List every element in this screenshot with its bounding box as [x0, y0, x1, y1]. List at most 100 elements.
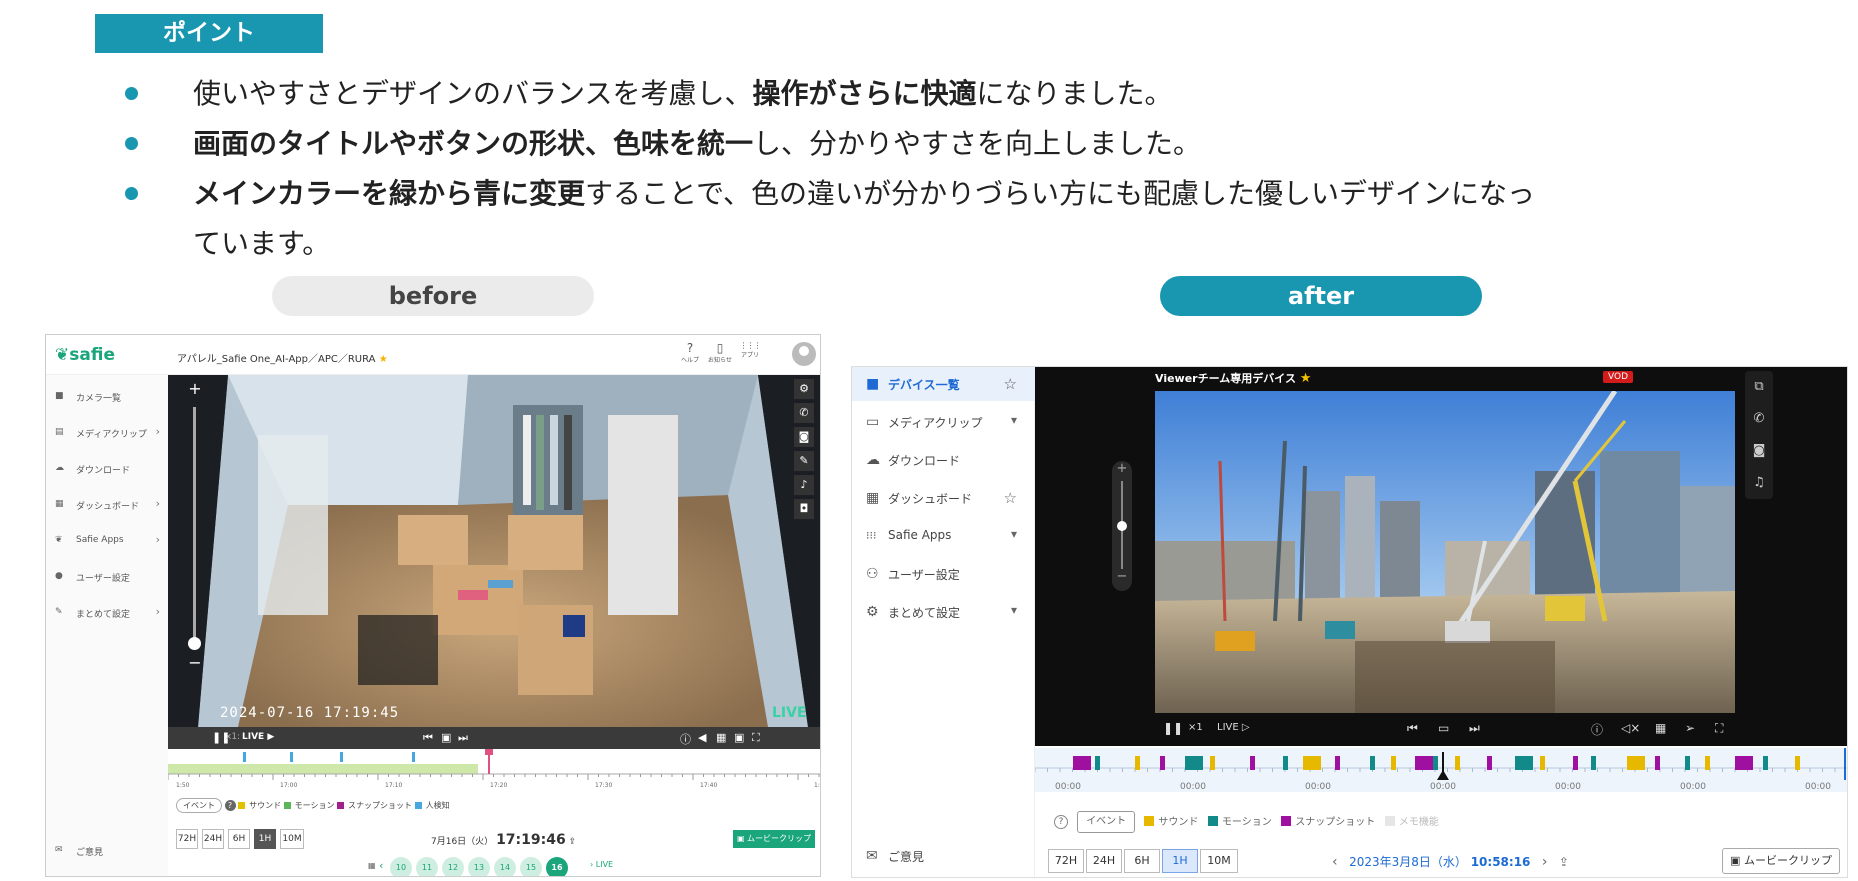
grid-button[interactable]: ▦: [1655, 721, 1666, 735]
range-button-24h[interactable]: 24H: [202, 829, 224, 849]
sidebar-item-download[interactable]: ☁ ダウンロード: [46, 459, 168, 479]
sidebar-item-dashboard[interactable]: ▦ ダッシュボード ›: [46, 495, 168, 515]
star-outline-icon[interactable]: ☆: [1004, 375, 1017, 393]
pause-button[interactable]: ❚❚: [1163, 721, 1183, 735]
next-button[interactable]: ⏭: [458, 731, 468, 745]
zoom-out-button[interactable]: −: [187, 653, 203, 672]
camera-settings-button[interactable]: ◘: [794, 499, 814, 519]
notify-button[interactable]: ♫: [1745, 467, 1773, 499]
mute-button[interactable]: ◀: [698, 731, 706, 744]
legend-item[interactable]: サウンド: [1144, 816, 1198, 828]
hour-chip[interactable]: 12: [442, 857, 464, 876]
calendar-icon[interactable]: ▦: [368, 861, 376, 870]
prev-hour-button[interactable]: ‹: [379, 859, 383, 872]
share-location-button[interactable]: ➢: [1685, 721, 1695, 735]
live-button[interactable]: LIVE ▷: [1217, 722, 1250, 733]
sidebar-item-feedback[interactable]: ✉ ご意見: [46, 841, 168, 861]
star-icon[interactable]: ★: [379, 354, 388, 365]
call-button[interactable]: ✆: [794, 403, 814, 423]
star-icon[interactable]: ★: [1300, 371, 1312, 386]
notify-button[interactable]: ♪: [794, 475, 814, 495]
safie-logo[interactable]: ❦safie: [55, 345, 115, 365]
hour-chip[interactable]: 15: [520, 857, 542, 876]
fullscreen-button[interactable]: ⛶: [752, 731, 760, 745]
sidebar-item-feedback[interactable]: ✉ ご意見: [852, 839, 1035, 873]
memo-play-button[interactable]: ▣: [441, 731, 451, 744]
range-button-6h[interactable]: 6H: [1124, 849, 1160, 873]
event-filter-button[interactable]: イベント: [1077, 811, 1136, 833]
settings-button[interactable]: ⚙: [794, 379, 814, 399]
snapshot-button[interactable]: ◙: [794, 427, 814, 447]
help-button[interactable]: ? ヘルプ: [678, 341, 702, 364]
sidebar-item-bulk-settings[interactable]: ✎ まとめて設定 ›: [46, 603, 168, 623]
breadcrumb[interactable]: アパレル_Safie One_AI-App／APC／RURA ★: [177, 350, 388, 365]
prev-day-button[interactable]: ‹: [1332, 854, 1338, 870]
range-button-72h[interactable]: 72H: [176, 829, 198, 849]
help-icon[interactable]: ?: [224, 800, 236, 811]
sidebar-item-download[interactable]: ☁ ダウンロード: [852, 443, 1035, 477]
current-date[interactable]: 2023年3月8日（水）: [1349, 855, 1467, 869]
grid-button[interactable]: ▦: [716, 731, 726, 744]
sidebar-item-bulk-settings[interactable]: ⚙ まとめて設定 ▾: [852, 595, 1035, 629]
movie-clip-button[interactable]: ▣ ムービークリップ: [1722, 848, 1840, 874]
range-button-1h[interactable]: 1H: [1162, 849, 1198, 873]
zoom-out-button[interactable]: −: [1112, 569, 1132, 584]
zoom-slider[interactable]: [193, 407, 196, 639]
movie-clip-button[interactable]: ▣ ムービークリップ: [733, 830, 815, 848]
info-button[interactable]: ⓘ: [1591, 721, 1603, 738]
notice-button[interactable]: ▯ お知らせ: [706, 341, 734, 364]
sidebar-item-camera-list[interactable]: ■ カメラ一覧: [46, 387, 168, 407]
memo-play-button[interactable]: ▭: [1438, 721, 1449, 735]
after-timeline[interactable]: 00:00 00:00 00:00 00:00 00:00 00:00 00:0…: [1035, 748, 1848, 792]
fullscreen-button[interactable]: ⛶: [1715, 721, 1723, 736]
live-link[interactable]: › LIVE: [590, 860, 613, 869]
legend-item[interactable]: スナップショット: [1281, 816, 1375, 828]
zoom-in-button[interactable]: +: [1112, 461, 1132, 476]
hour-chip[interactable]: 14: [494, 857, 516, 876]
zoom-slider-handle[interactable]: [1117, 521, 1127, 531]
hour-chip[interactable]: 11: [416, 857, 438, 876]
camera-switch-button[interactable]: ⧉: [1745, 371, 1773, 403]
next-button[interactable]: ⏭: [1469, 721, 1480, 736]
snapshot-button[interactable]: ◙: [1745, 435, 1773, 467]
legend-item[interactable]: モーション: [1207, 816, 1272, 828]
memo-button[interactable]: ✎: [794, 451, 814, 471]
hour-chip-selected[interactable]: 16: [546, 857, 568, 876]
info-button[interactable]: ⓘ: [680, 731, 691, 747]
prev-button[interactable]: ⏮: [1407, 721, 1418, 736]
legend-item[interactable]: メモ機能: [1384, 816, 1439, 828]
range-button-10m[interactable]: 10M: [280, 829, 304, 849]
live-button[interactable]: LIVE ▶: [242, 732, 274, 742]
range-button-1h[interactable]: 1H: [254, 829, 276, 849]
range-button-72h[interactable]: 72H: [1048, 849, 1084, 873]
zoom-in-button[interactable]: +: [186, 379, 204, 399]
avatar[interactable]: [792, 342, 816, 366]
sidebar-item-dashboard[interactable]: ▦ ダッシュボード ☆: [852, 481, 1035, 515]
mute-button[interactable]: ◁×: [1621, 721, 1640, 735]
range-button-10m[interactable]: 10M: [1200, 849, 1238, 873]
sidebar-item-device-list[interactable]: ■ デバイス一覧 ☆: [852, 367, 1035, 401]
before-timeline[interactable]: 1:50 17:00 17:10 17:20 17:30 17:40 1:: [168, 749, 821, 793]
sidebar-item-media-clip[interactable]: ▭ メディアクリップ ▾: [852, 405, 1035, 439]
sidebar-item-safie-apps[interactable]: ❦ Safie Apps ›: [46, 531, 168, 551]
legend-item[interactable]: 人検知: [414, 801, 450, 810]
legend-item[interactable]: モーション: [283, 801, 334, 810]
star-outline-icon[interactable]: ☆: [1004, 489, 1017, 507]
hour-chip[interactable]: 10: [390, 857, 412, 876]
camera-view[interactable]: + − 2024-07-16 17:19:45 LIVE ⚙ ✆ ◙ ✎ ♪ ◘: [168, 375, 820, 727]
call-button[interactable]: ✆: [1745, 403, 1773, 435]
share-icon[interactable]: ⇪: [1559, 855, 1569, 869]
crop-button[interactable]: ▣: [734, 731, 744, 744]
legend-item[interactable]: スナップショット: [337, 801, 412, 810]
speed-label[interactable]: x1:: [226, 732, 240, 742]
speed-button[interactable]: ×1: [1188, 722, 1203, 733]
event-filter-button[interactable]: イベント: [176, 798, 222, 813]
help-icon[interactable]: ?: [1054, 815, 1068, 829]
range-button-24h[interactable]: 24H: [1086, 849, 1122, 873]
sidebar-item-user-settings[interactable]: ⚇ ユーザー設定: [852, 557, 1035, 591]
after-camera-stage[interactable]: Viewerチーム専用デバイス ★ VOD + − ⧉ ✆ ◙ ♫ ❚❚ ×1 …: [1035, 367, 1847, 746]
hour-chip[interactable]: 13: [468, 857, 490, 876]
legend-item[interactable]: サウンド: [238, 801, 281, 810]
next-day-button[interactable]: ›: [1542, 854, 1548, 870]
sidebar-item-user-settings[interactable]: ● ユーザー設定: [46, 567, 168, 587]
